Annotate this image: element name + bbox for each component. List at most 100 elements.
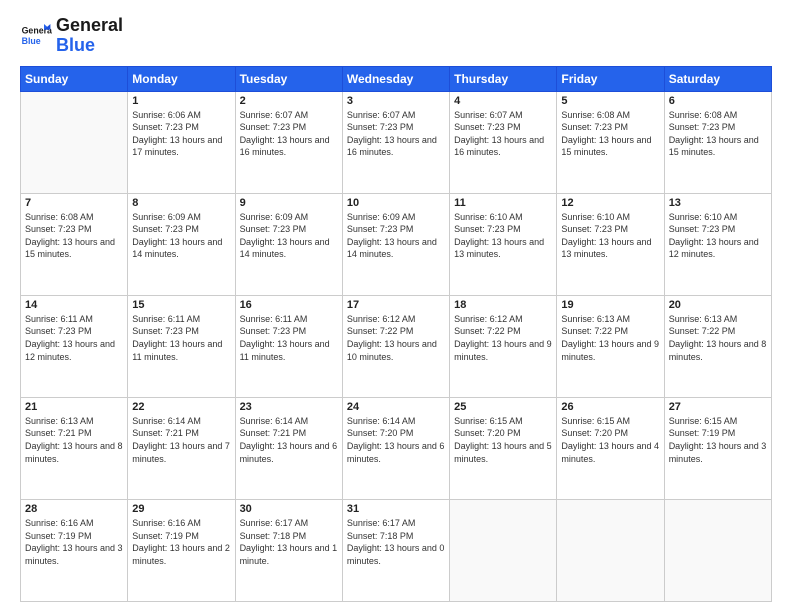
week-row-5: 28 Sunrise: 6:16 AMSunset: 7:19 PMDayligh… [21, 499, 772, 601]
day-detail: Sunrise: 6:08 AMSunset: 7:23 PMDaylight:… [25, 211, 123, 261]
day-detail: Sunrise: 6:12 AMSunset: 7:22 PMDaylight:… [347, 313, 445, 363]
day-number: 22 [132, 401, 230, 413]
weekday-header-sunday: Sunday [21, 66, 128, 91]
day-number: 21 [25, 401, 123, 413]
day-cell: 21 Sunrise: 6:13 AMSunset: 7:21 PMDayligh… [21, 397, 128, 499]
day-cell: 17 Sunrise: 6:12 AMSunset: 7:22 PMDayligh… [342, 295, 449, 397]
day-detail: Sunrise: 6:16 AMSunset: 7:19 PMDaylight:… [25, 517, 123, 567]
day-cell: 30 Sunrise: 6:17 AMSunset: 7:18 PMDayligh… [235, 499, 342, 601]
day-detail: Sunrise: 6:11 AMSunset: 7:23 PMDaylight:… [25, 313, 123, 363]
logo-icon: General Blue [20, 20, 52, 52]
day-number: 2 [240, 95, 338, 107]
day-cell: 14 Sunrise: 6:11 AMSunset: 7:23 PMDayligh… [21, 295, 128, 397]
day-detail: Sunrise: 6:15 AMSunset: 7:20 PMDaylight:… [454, 415, 552, 465]
calendar-body: 1 Sunrise: 6:06 AMSunset: 7:23 PMDaylight… [21, 91, 772, 601]
calendar-header: SundayMondayTuesdayWednesdayThursdayFrid… [21, 66, 772, 91]
day-cell: 27 Sunrise: 6:15 AMSunset: 7:19 PMDayligh… [664, 397, 771, 499]
day-detail: Sunrise: 6:13 AMSunset: 7:22 PMDaylight:… [669, 313, 767, 363]
day-cell: 19 Sunrise: 6:13 AMSunset: 7:22 PMDayligh… [557, 295, 664, 397]
day-cell: 12Sunrise: 6:10 AMSunset: 7:23 PMDayligh… [557, 193, 664, 295]
day-detail: Sunrise: 6:06 AMSunset: 7:23 PMDaylight:… [132, 109, 230, 159]
day-cell: 23 Sunrise: 6:14 AMSunset: 7:21 PMDayligh… [235, 397, 342, 499]
day-cell: 16Sunrise: 6:11 AMSunset: 7:23 PMDayligh… [235, 295, 342, 397]
day-cell: 29Sunrise: 6:16 AMSunset: 7:19 PMDayligh… [128, 499, 235, 601]
day-detail: Sunrise: 6:08 AMSunset: 7:23 PMDaylight:… [669, 109, 767, 159]
day-cell: 1 Sunrise: 6:06 AMSunset: 7:23 PMDaylight… [128, 91, 235, 193]
day-number: 25 [454, 401, 552, 413]
svg-text:Blue: Blue [22, 36, 41, 46]
day-detail: Sunrise: 6:10 AMSunset: 7:23 PMDaylight:… [454, 211, 552, 261]
day-cell: 11 Sunrise: 6:10 AMSunset: 7:23 PMDayligh… [450, 193, 557, 295]
day-cell: 4Sunrise: 6:07 AMSunset: 7:23 PMDaylight… [450, 91, 557, 193]
day-number: 5 [561, 95, 659, 107]
logo-blue: Blue [56, 36, 123, 56]
day-number: 27 [669, 401, 767, 413]
day-detail: Sunrise: 6:14 AMSunset: 7:21 PMDaylight:… [240, 415, 338, 465]
day-cell: 9 Sunrise: 6:09 AMSunset: 7:23 PMDaylight… [235, 193, 342, 295]
day-number: 3 [347, 95, 445, 107]
day-cell: 24 Sunrise: 6:14 AMSunset: 7:20 PMDayligh… [342, 397, 449, 499]
day-number: 9 [240, 197, 338, 209]
day-detail: Sunrise: 6:17 AMSunset: 7:18 PMDaylight:… [347, 517, 445, 567]
day-detail: Sunrise: 6:09 AMSunset: 7:23 PMDaylight:… [132, 211, 230, 261]
page: General Blue General Blue SundayMondayTu… [0, 0, 792, 612]
day-number: 24 [347, 401, 445, 413]
day-cell [21, 91, 128, 193]
day-number: 11 [454, 197, 552, 209]
day-number: 31 [347, 503, 445, 515]
day-number: 19 [561, 299, 659, 311]
day-number: 13 [669, 197, 767, 209]
day-cell [557, 499, 664, 601]
day-detail: Sunrise: 6:13 AMSunset: 7:21 PMDaylight:… [25, 415, 123, 465]
day-number: 28 [25, 503, 123, 515]
day-cell: 7Sunrise: 6:08 AMSunset: 7:23 PMDaylight… [21, 193, 128, 295]
day-number: 8 [132, 197, 230, 209]
week-row-2: 7Sunrise: 6:08 AMSunset: 7:23 PMDaylight… [21, 193, 772, 295]
day-number: 17 [347, 299, 445, 311]
day-number: 20 [669, 299, 767, 311]
day-detail: Sunrise: 6:08 AMSunset: 7:23 PMDaylight:… [561, 109, 659, 159]
week-row-4: 21 Sunrise: 6:13 AMSunset: 7:21 PMDayligh… [21, 397, 772, 499]
day-detail: Sunrise: 6:09 AMSunset: 7:23 PMDaylight:… [347, 211, 445, 261]
day-detail: Sunrise: 6:07 AMSunset: 7:23 PMDaylight:… [347, 109, 445, 159]
day-detail: Sunrise: 6:16 AMSunset: 7:19 PMDaylight:… [132, 517, 230, 567]
weekday-header-friday: Friday [557, 66, 664, 91]
day-detail: Sunrise: 6:17 AMSunset: 7:18 PMDaylight:… [240, 517, 338, 567]
day-detail: Sunrise: 6:12 AMSunset: 7:22 PMDaylight:… [454, 313, 552, 363]
day-detail: Sunrise: 6:11 AMSunset: 7:23 PMDaylight:… [240, 313, 338, 363]
day-cell: 2 Sunrise: 6:07 AMSunset: 7:23 PMDaylight… [235, 91, 342, 193]
day-detail: Sunrise: 6:07 AMSunset: 7:23 PMDaylight:… [240, 109, 338, 159]
weekday-header-tuesday: Tuesday [235, 66, 342, 91]
day-number: 14 [25, 299, 123, 311]
day-number: 10 [347, 197, 445, 209]
day-number: 18 [454, 299, 552, 311]
week-row-1: 1 Sunrise: 6:06 AMSunset: 7:23 PMDaylight… [21, 91, 772, 193]
day-number: 23 [240, 401, 338, 413]
day-detail: Sunrise: 6:15 AMSunset: 7:19 PMDaylight:… [669, 415, 767, 465]
day-detail: Sunrise: 6:07 AMSunset: 7:23 PMDaylight:… [454, 109, 552, 159]
day-detail: Sunrise: 6:14 AMSunset: 7:20 PMDaylight:… [347, 415, 445, 465]
day-number: 1 [132, 95, 230, 107]
day-detail: Sunrise: 6:13 AMSunset: 7:22 PMDaylight:… [561, 313, 659, 363]
day-number: 30 [240, 503, 338, 515]
day-cell [664, 499, 771, 601]
day-cell [450, 499, 557, 601]
day-cell: 3 Sunrise: 6:07 AMSunset: 7:23 PMDaylight… [342, 91, 449, 193]
day-cell: 13 Sunrise: 6:10 AMSunset: 7:23 PMDayligh… [664, 193, 771, 295]
day-cell: 22Sunrise: 6:14 AMSunset: 7:21 PMDayligh… [128, 397, 235, 499]
day-cell: 31 Sunrise: 6:17 AMSunset: 7:18 PMDayligh… [342, 499, 449, 601]
day-detail: Sunrise: 6:09 AMSunset: 7:23 PMDaylight:… [240, 211, 338, 261]
day-cell: 8 Sunrise: 6:09 AMSunset: 7:23 PMDaylight… [128, 193, 235, 295]
day-cell: 5 Sunrise: 6:08 AMSunset: 7:23 PMDaylight… [557, 91, 664, 193]
day-detail: Sunrise: 6:10 AMSunset: 7:23 PMDaylight:… [561, 211, 659, 261]
week-row-3: 14 Sunrise: 6:11 AMSunset: 7:23 PMDayligh… [21, 295, 772, 397]
day-number: 26 [561, 401, 659, 413]
day-detail: Sunrise: 6:10 AMSunset: 7:23 PMDaylight:… [669, 211, 767, 261]
day-cell: 18 Sunrise: 6:12 AMSunset: 7:22 PMDayligh… [450, 295, 557, 397]
weekday-header-thursday: Thursday [450, 66, 557, 91]
day-number: 6 [669, 95, 767, 107]
day-number: 15 [132, 299, 230, 311]
day-cell: 28 Sunrise: 6:16 AMSunset: 7:19 PMDayligh… [21, 499, 128, 601]
day-cell: 10 Sunrise: 6:09 AMSunset: 7:23 PMDayligh… [342, 193, 449, 295]
weekday-header-wednesday: Wednesday [342, 66, 449, 91]
